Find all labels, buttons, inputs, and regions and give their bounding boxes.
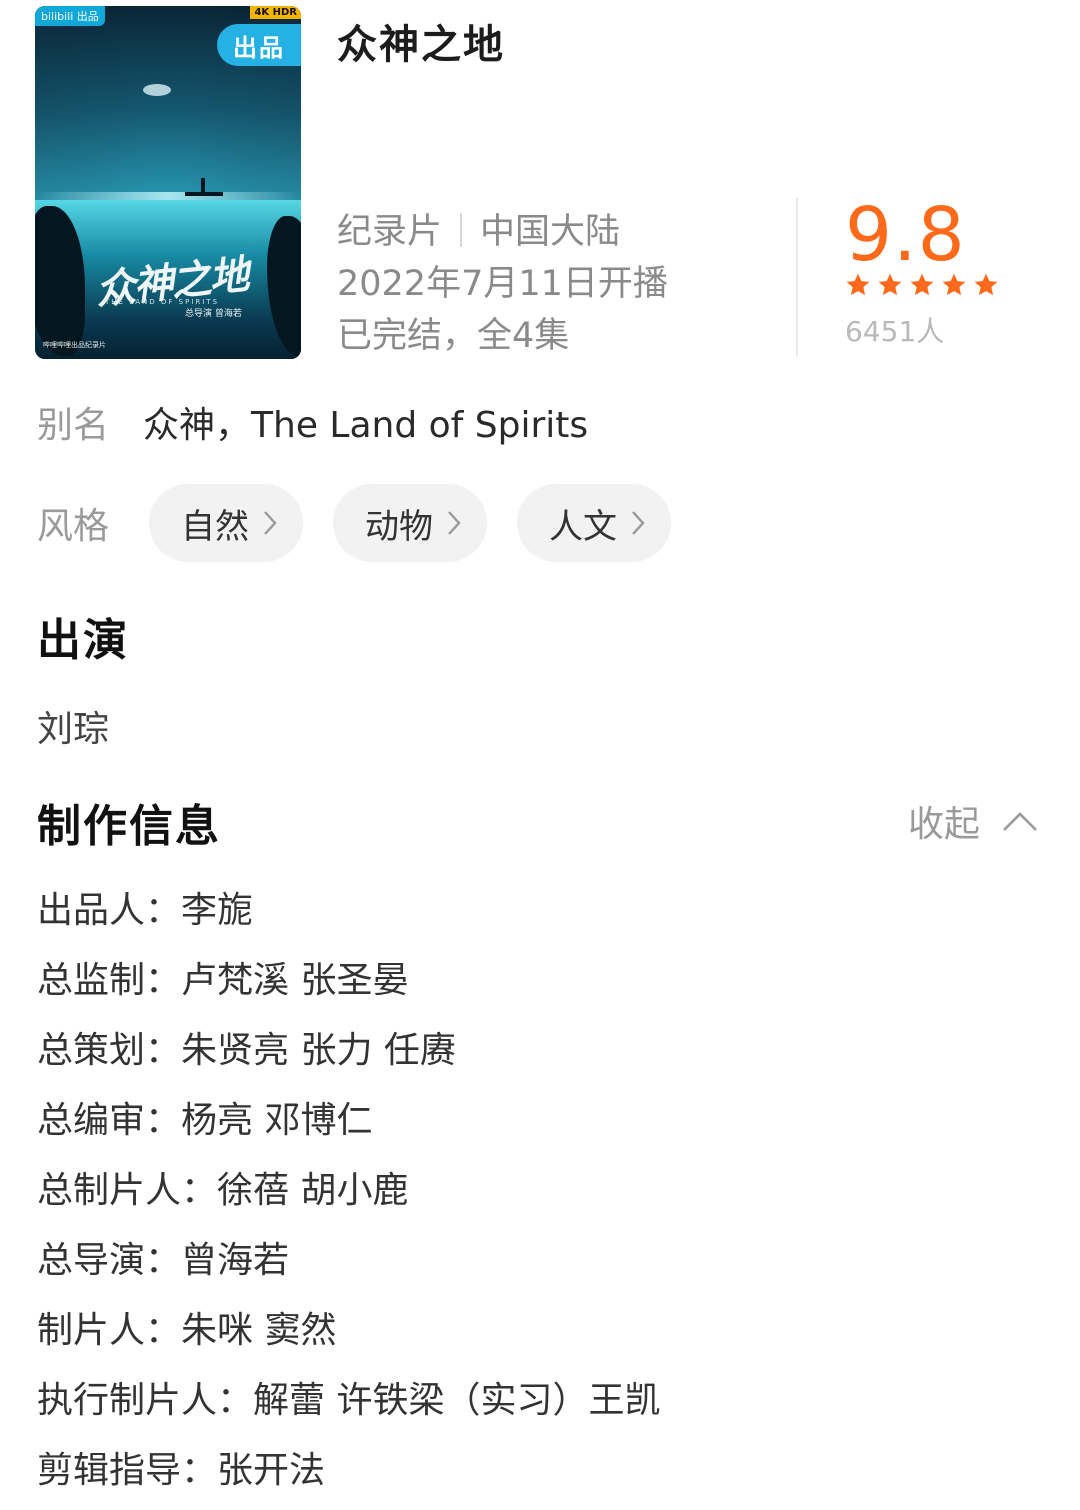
credit-item: 总监制：卢梵溪 张圣晏 <box>37 960 409 1001</box>
meta-status: 已完结，全4集 <box>337 316 570 356</box>
chevron-right-icon <box>264 511 277 535</box>
poster-boatman <box>201 178 205 192</box>
rating-score: 9.8 <box>845 192 966 278</box>
credits-list: 出品人：李旎 总监制：卢梵溪 张圣晏 总策划：朱贤亮 张力 任赓 总编审：杨亮 … <box>37 880 660 1510</box>
alias-label: 别名 <box>37 405 110 446</box>
star-icon <box>878 273 902 296</box>
rating-stars <box>845 272 999 298</box>
production-heading: 制作信息 <box>37 801 221 852</box>
poster-english-subtitle: THE LAND OF SPIRITS <box>105 298 220 306</box>
credit-item: 制片人：朱咪 窦然 <box>37 1310 337 1351</box>
poster-director-mark: 总导演 曾海若 <box>185 309 242 319</box>
poster-image[interactable]: bilibili 出品 4K HDR 出品 众神之地 THE LAND OF S… <box>35 6 301 359</box>
style-row: 风格 自然 动物 人文 <box>37 484 701 562</box>
cast-heading: 出演 <box>37 615 129 666</box>
rating-block[interactable]: 9.8 6451人 <box>845 190 999 350</box>
chevron-right-icon <box>632 511 645 535</box>
poster-boat <box>185 192 223 196</box>
rating-divider <box>796 198 798 356</box>
collapse-label: 收起 <box>908 804 981 845</box>
poster-whale <box>143 84 171 96</box>
collapse-button[interactable]: 收起 <box>908 795 1038 847</box>
credit-item: 剪辑指导：张开法 <box>37 1450 326 1491</box>
meta-region: 中国大陆 <box>480 212 621 252</box>
chip-label: 人文 <box>549 506 618 547</box>
credit-item: 出品人：李旎 <box>37 890 254 931</box>
chip-label: 自然 <box>181 506 250 547</box>
credit-item: 总导演：曾海若 <box>37 1240 290 1281</box>
alias-value: 众神，The Land of Spirits <box>143 405 589 446</box>
alias-row: 别名 众神，The Land of Spirits <box>37 396 588 448</box>
meta-info: 纪录片 中国大陆 2022年7月11日开播 已完结，全4集 <box>337 206 668 362</box>
cast-names[interactable]: 刘琮 <box>37 700 109 752</box>
star-icon <box>942 273 966 296</box>
chevron-right-icon <box>448 511 461 535</box>
chevron-up-icon <box>1003 812 1037 831</box>
star-icon <box>974 273 998 296</box>
star-icon <box>910 273 934 296</box>
rating-count: 6451人 <box>845 315 945 348</box>
poster-footer-mark: 哔哩哔哩出品纪录片 <box>43 341 106 349</box>
style-chip-humanities[interactable]: 人文 <box>517 484 672 562</box>
credit-item: 执行制片人：解蕾 许铁梁（实习）王凯 <box>37 1380 661 1421</box>
credit-item: 总编审：杨亮 邓博仁 <box>37 1100 373 1141</box>
credit-item: 总策划：朱贤亮 张力 任赓 <box>37 1030 456 1071</box>
poster-produced-badge: 出品 <box>217 24 301 66</box>
poster-horizon <box>35 192 301 200</box>
meta-genre: 纪录片 <box>337 212 443 252</box>
poster-brand-badge: bilibili 出品 <box>35 6 105 26</box>
poster-4k-badge: 4K HDR <box>250 6 301 19</box>
meta-premiere: 2022年7月11日开播 <box>337 264 668 304</box>
chip-label: 动物 <box>365 506 434 547</box>
credit-item: 总制片人：徐蓓 胡小鹿 <box>37 1170 409 1211</box>
star-icon <box>846 273 870 296</box>
meta-separator <box>460 213 463 247</box>
page-title: 众神之地 <box>337 22 505 68</box>
meta-genre-region-row: 纪录片 中国大陆 <box>337 206 668 258</box>
style-label: 风格 <box>37 506 110 547</box>
style-chip-nature[interactable]: 自然 <box>149 484 304 562</box>
style-chip-animals[interactable]: 动物 <box>333 484 488 562</box>
